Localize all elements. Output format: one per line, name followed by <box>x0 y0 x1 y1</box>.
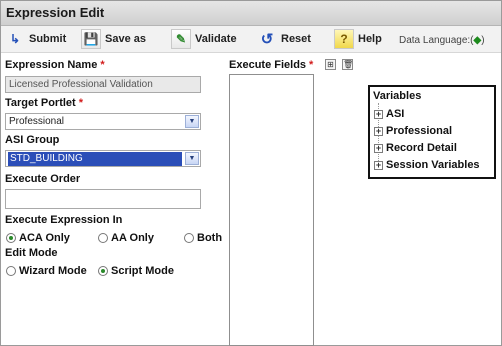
radio-aca-only[interactable]: ACA Only <box>6 232 70 244</box>
execute-order-label: Execute Order <box>5 173 81 185</box>
expression-name-label: Expression Name * <box>5 59 105 71</box>
expression-name-value: Licensed Professional Validation <box>9 79 153 90</box>
toolbar: ↳ Submit 💾 Save as ✎ Validate ↺ Reset ? … <box>1 26 501 53</box>
validate-button[interactable]: ✎ Validate <box>171 28 237 50</box>
target-portlet-value: Professional <box>9 116 65 127</box>
execute-fields-label: Execute Fields * <box>229 59 314 71</box>
execute-order-input[interactable] <box>5 189 201 209</box>
validate-label: Validate <box>195 33 237 45</box>
reset-button[interactable]: ↺ Reset <box>257 28 311 50</box>
help-label: Help <box>358 33 382 45</box>
radio-selected-icon <box>98 266 108 276</box>
required-marker: * <box>100 59 105 71</box>
help-icon: ? <box>334 29 354 49</box>
data-language: Data Language:(◆) <box>399 35 485 46</box>
submit-label: Submit <box>29 33 67 45</box>
radio-both[interactable]: Both <box>184 232 222 244</box>
save-as-label: Save as <box>105 33 146 45</box>
submit-icon: ↳ <box>9 32 21 46</box>
window-title: Expression Edit <box>6 5 105 20</box>
expand-icon[interactable]: + <box>374 143 383 153</box>
asi-group-value: STD_BUILDING <box>8 152 182 166</box>
radio-wizard-mode[interactable]: Wizard Mode <box>6 265 87 277</box>
asi-group-select[interactable]: STD_BUILDING ▼ <box>5 150 201 167</box>
radio-selected-icon <box>6 233 16 243</box>
save-as-button[interactable]: 💾 Save as <box>81 28 146 50</box>
variables-title: Variables <box>373 90 422 102</box>
variables-tree: Variables + ASI + Professional + Record … <box>368 85 496 179</box>
expand-icon[interactable]: + <box>374 126 383 136</box>
target-portlet-label: Target Portlet * <box>5 97 83 109</box>
tree-item-asi[interactable]: + ASI <box>374 108 404 120</box>
target-portlet-select[interactable]: Professional ▼ <box>5 113 201 130</box>
data-language-label: Data Language:( <box>399 35 474 46</box>
data-language-close: ) <box>481 35 485 46</box>
submit-button[interactable]: ↳ Submit <box>5 28 66 50</box>
radio-script-mode[interactable]: Script Mode <box>98 265 174 277</box>
expand-icon[interactable]: + <box>374 160 383 170</box>
expression-name-field[interactable]: Licensed Professional Validation <box>5 76 201 93</box>
validate-icon: ✎ <box>171 29 191 49</box>
chevron-down-icon[interactable]: ▼ <box>185 152 199 165</box>
execute-fields-list[interactable] <box>229 74 314 346</box>
edit-mode-label: Edit Mode <box>5 247 58 259</box>
expression-edit-window: Expression Edit ↳ Submit 💾 Save as ✎ Val… <box>0 0 502 346</box>
radio-aa-only[interactable]: AA Only <box>98 232 154 244</box>
radio-unselected-icon <box>6 266 16 276</box>
required-marker: * <box>309 59 314 71</box>
tree-item-record-detail[interactable]: + Record Detail <box>374 142 457 154</box>
delete-field-icon[interactable]: 🗑 <box>342 59 353 70</box>
help-button[interactable]: ? Help <box>334 28 382 50</box>
add-field-icon[interactable]: ⊞ <box>325 59 336 70</box>
asi-group-label: ASI Group <box>5 134 60 146</box>
radio-unselected-icon <box>184 233 194 243</box>
chevron-down-icon[interactable]: ▼ <box>185 115 199 128</box>
tree-item-session-variables[interactable]: + Session Variables <box>374 159 480 171</box>
radio-unselected-icon <box>98 233 108 243</box>
reset-icon: ↺ <box>260 31 274 48</box>
save-as-icon: 💾 <box>81 29 101 49</box>
required-marker: * <box>78 97 83 109</box>
tree-item-professional[interactable]: + Professional <box>374 125 452 137</box>
title-bar: Expression Edit <box>1 1 501 26</box>
reset-label: Reset <box>281 33 311 45</box>
expand-icon[interactable]: + <box>374 109 383 119</box>
execute-expression-in-label: Execute Expression In <box>5 214 123 226</box>
